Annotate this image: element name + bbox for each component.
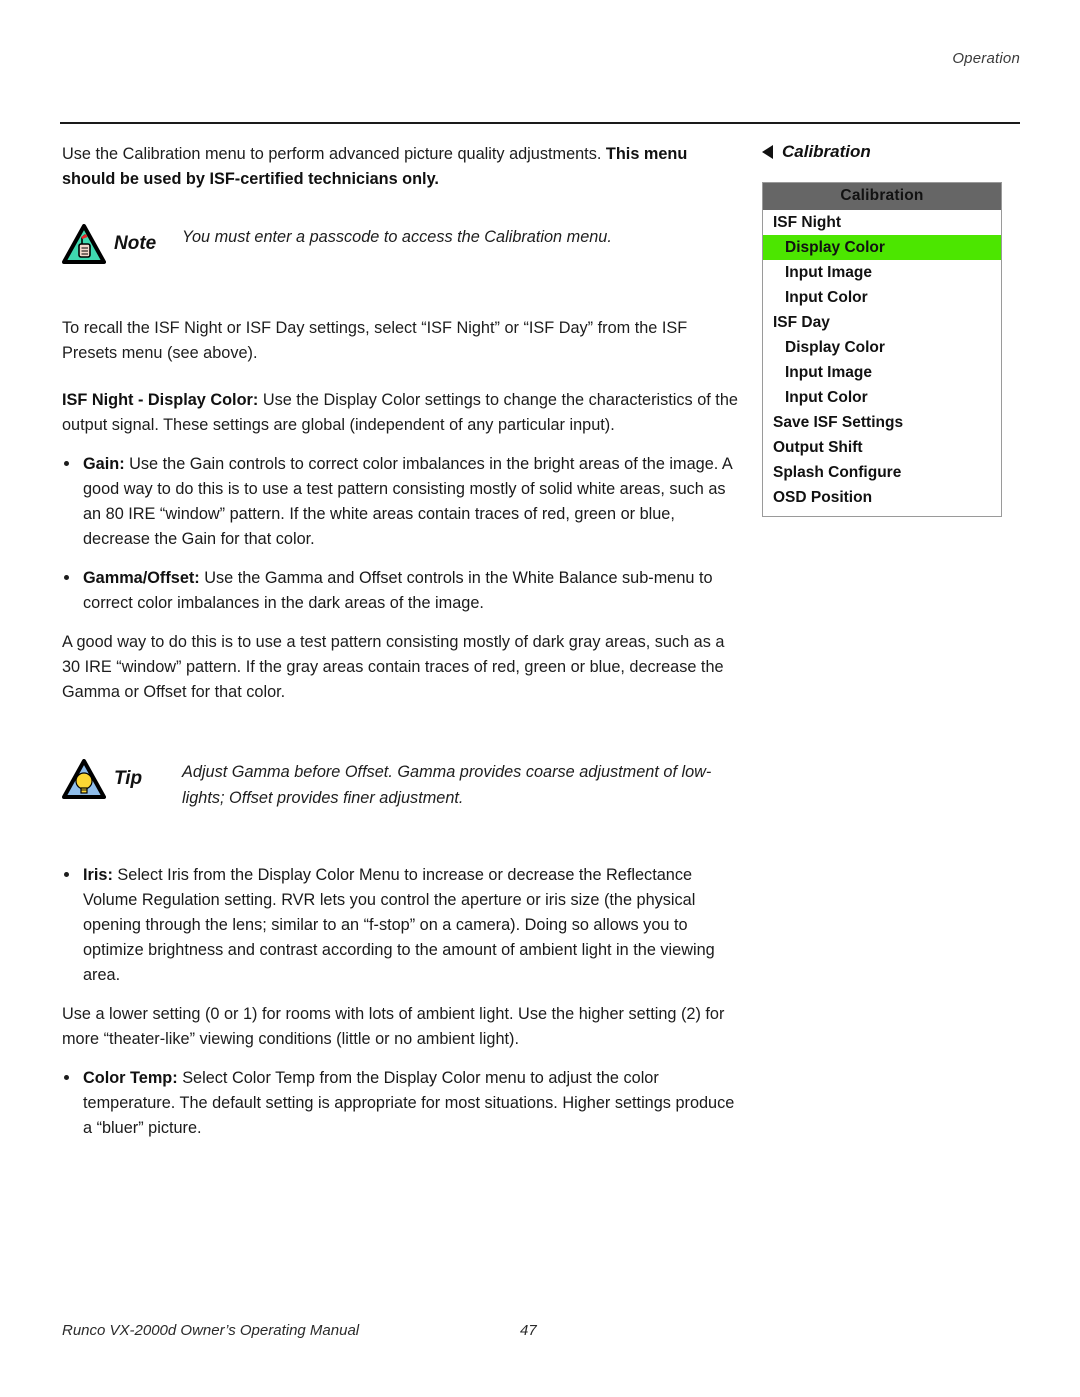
osd-menu-item[interactable]: Input Image [763, 360, 1001, 385]
osd-bottom-pad [763, 510, 1001, 516]
osd-menu-item[interactable]: Input Image [763, 260, 1001, 285]
figure-column: Calibration Calibration ISF Night Display… [762, 142, 1020, 517]
iris-sub-paragraph: Use a lower setting (0 or 1) for rooms w… [62, 1005, 725, 1048]
bullet-term: Gamma/Offset: [83, 569, 200, 587]
tip-triangle-lightbulb-icon [62, 759, 106, 799]
bullet-text: Use the Gain controls to correct color i… [83, 455, 732, 548]
note-icon-group: Note [62, 222, 182, 264]
bullet-term: Gain: [83, 455, 125, 473]
footer-page-number: 47 [520, 1322, 537, 1339]
osd-menu-item[interactable]: Input Color [763, 385, 1001, 410]
osd-menu-item[interactable]: Display Color [763, 235, 1001, 260]
tip-icon-group: Tip [62, 757, 182, 799]
osd-menu-item[interactable]: OSD Position [763, 485, 1001, 510]
osd-menu-item[interactable]: ISF Day [763, 310, 1001, 335]
note-triangle-hand-icon [62, 224, 106, 264]
footer-manual-title: Runco VX-2000d Owner’s Operating Manual [62, 1322, 360, 1339]
osd-menu-panel[interactable]: Calibration ISF Night Display Color Input … [762, 182, 1002, 517]
list-item: Color Temp: Select Color Temp from the D… [62, 1066, 742, 1141]
intro-normal-text: Use the Calibration menu to perform adva… [62, 145, 606, 163]
bullet-text: Select Iris from the Display Color Menu … [83, 866, 715, 984]
bullet-list-color-temp: Color Temp: Select Color Temp from the D… [62, 1066, 742, 1141]
note-text: You must enter a passcode to access the … [182, 228, 612, 246]
bullet-term: Iris: [83, 866, 113, 884]
bullet-dot-icon [64, 872, 69, 877]
list-item: Gain: Use the Gain controls to correct c… [62, 452, 742, 552]
bullet-dot-icon [64, 461, 69, 466]
note-callout: Note You must enter a passcode to access… [62, 222, 742, 264]
bullet-text: Select Color Temp from the Display Color… [83, 1069, 735, 1137]
list-item: Gamma/Offset: Use the Gamma and Offset c… [62, 566, 742, 616]
running-head: Operation [952, 50, 1020, 67]
figure-caption-label: Calibration [782, 142, 871, 161]
tip-label: Tip [114, 768, 143, 789]
caret-left-icon [762, 145, 773, 159]
gamma-sub-paragraph: A good way to do this is to use a test p… [62, 633, 725, 701]
list-item: Iris: Select Iris from the Display Color… [62, 863, 742, 988]
osd-menu-item[interactable]: Input Color [763, 285, 1001, 310]
osd-menu-item[interactable]: Display Color [763, 335, 1001, 360]
bullet-dot-icon [64, 1075, 69, 1080]
osd-menu-item[interactable]: Output Shift [763, 435, 1001, 460]
document-page: Operation Use the Calibration menu to pe… [0, 0, 1080, 1397]
bullet-list-iris: Iris: Select Iris from the Display Color… [62, 863, 742, 988]
figure-caption: Calibration [762, 142, 1020, 162]
bullet-list-gamma-offset: Gamma/Offset: Use the Gamma and Offset c… [62, 566, 742, 616]
osd-menu-item[interactable]: Save ISF Settings [763, 410, 1001, 435]
tip-callout: Tip Adjust Gamma before Offset. Gamma pr… [62, 757, 742, 811]
osd-menu-list: ISF Night Display Color Input Image Input C… [763, 210, 1001, 510]
display-color-paragraph: ISF Night - Display Color: Use the Displ… [62, 388, 742, 438]
intro-paragraph: Use the Calibration menu to perform adva… [62, 142, 742, 192]
main-column: Use the Calibration menu to perform adva… [62, 142, 742, 1141]
bullet-list-gain: Gain: Use the Gain controls to correct c… [62, 452, 742, 552]
osd-title-bar: Calibration [763, 183, 1001, 210]
osd-menu-item[interactable]: ISF Night [763, 210, 1001, 235]
tip-text: Adjust Gamma before Offset. Gamma provid… [182, 763, 712, 807]
bullet-term: Color Temp: [83, 1069, 178, 1087]
display-color-term: ISF Night - Display Color: [62, 391, 259, 409]
recall-paragraph: To recall the ISF Night or ISF Day setti… [62, 319, 688, 362]
header-rule [60, 122, 1020, 124]
osd-menu-item[interactable]: Splash Configure [763, 460, 1001, 485]
bullet-dot-icon [64, 575, 69, 580]
note-label: Note [114, 233, 157, 254]
